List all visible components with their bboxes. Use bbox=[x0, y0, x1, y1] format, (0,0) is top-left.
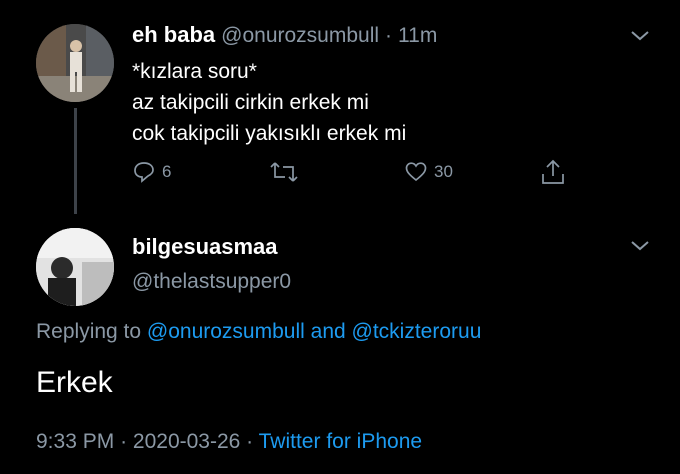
parent-tweet-text: *kızlara soru* az takipcili cirkin erkek… bbox=[132, 56, 652, 149]
timestamp-time[interactable]: 9:33 PM bbox=[36, 430, 114, 453]
like-action[interactable]: 30 bbox=[404, 160, 453, 184]
retweet-icon bbox=[270, 162, 298, 182]
timestamp-line: 9:33 PM · 2020-03-26 · Twitter for iPhon… bbox=[36, 430, 422, 454]
tweet-source-link[interactable]: Twitter for iPhone bbox=[259, 430, 422, 453]
replying-to-user-1[interactable]: @onurozsumbull bbox=[147, 320, 305, 343]
reply-avatar-image bbox=[36, 228, 114, 306]
replying-to-line: Replying to @onurozsumbull and @tckizter… bbox=[36, 320, 481, 344]
reply-display-name-text: bilgesuasmaa bbox=[132, 234, 278, 259]
reply-handle[interactable]: @thelastsupper0 bbox=[132, 270, 291, 294]
retweet-action[interactable] bbox=[270, 160, 298, 184]
reply-count: 6 bbox=[162, 162, 172, 181]
timestamp-separator-2: · bbox=[246, 430, 254, 453]
reply-avatar[interactable] bbox=[36, 228, 114, 306]
timestamp-separator-1: · bbox=[120, 430, 128, 453]
parent-tweet-line-3: cok takipcili yakısıklı erkek mi bbox=[132, 122, 407, 145]
reply-action[interactable]: 6 bbox=[132, 160, 171, 184]
timestamp-date[interactable]: 2020-03-26 bbox=[133, 430, 240, 453]
parent-tweet-line-1: *kızlara soru* bbox=[132, 60, 257, 83]
reply-display-name[interactable]: bilgesuasmaa bbox=[132, 234, 278, 260]
parent-avatar-image bbox=[36, 24, 114, 102]
chevron-down-icon bbox=[631, 241, 649, 251]
parent-display-name[interactable]: eh baba bbox=[132, 22, 215, 48]
parent-separator: · bbox=[385, 24, 393, 47]
reply-tweet-text: Erkek bbox=[36, 366, 113, 399]
parent-avatar[interactable] bbox=[36, 24, 114, 102]
replying-to-prefix: Replying to bbox=[36, 320, 142, 343]
share-action[interactable] bbox=[540, 158, 566, 186]
chevron-down-icon bbox=[631, 31, 649, 41]
replying-to-and: and bbox=[310, 320, 346, 343]
parent-menu-button[interactable] bbox=[628, 24, 652, 53]
parent-handle[interactable]: @onurozsumbull bbox=[221, 24, 379, 48]
like-icon bbox=[405, 162, 427, 182]
thread-connector-line bbox=[74, 108, 77, 214]
reply-icon bbox=[134, 162, 154, 183]
parent-tweet-header: eh baba @onurozsumbull · 11m bbox=[132, 22, 437, 48]
parent-time[interactable]: 11m bbox=[398, 24, 437, 48]
reply-menu-button[interactable] bbox=[628, 234, 652, 263]
parent-tweet-line-2: az takipcili cirkin erkek mi bbox=[132, 91, 369, 114]
replying-to-user-2[interactable]: @tckizteroruu bbox=[352, 320, 482, 343]
like-count: 30 bbox=[434, 162, 453, 181]
share-icon bbox=[542, 159, 564, 184]
